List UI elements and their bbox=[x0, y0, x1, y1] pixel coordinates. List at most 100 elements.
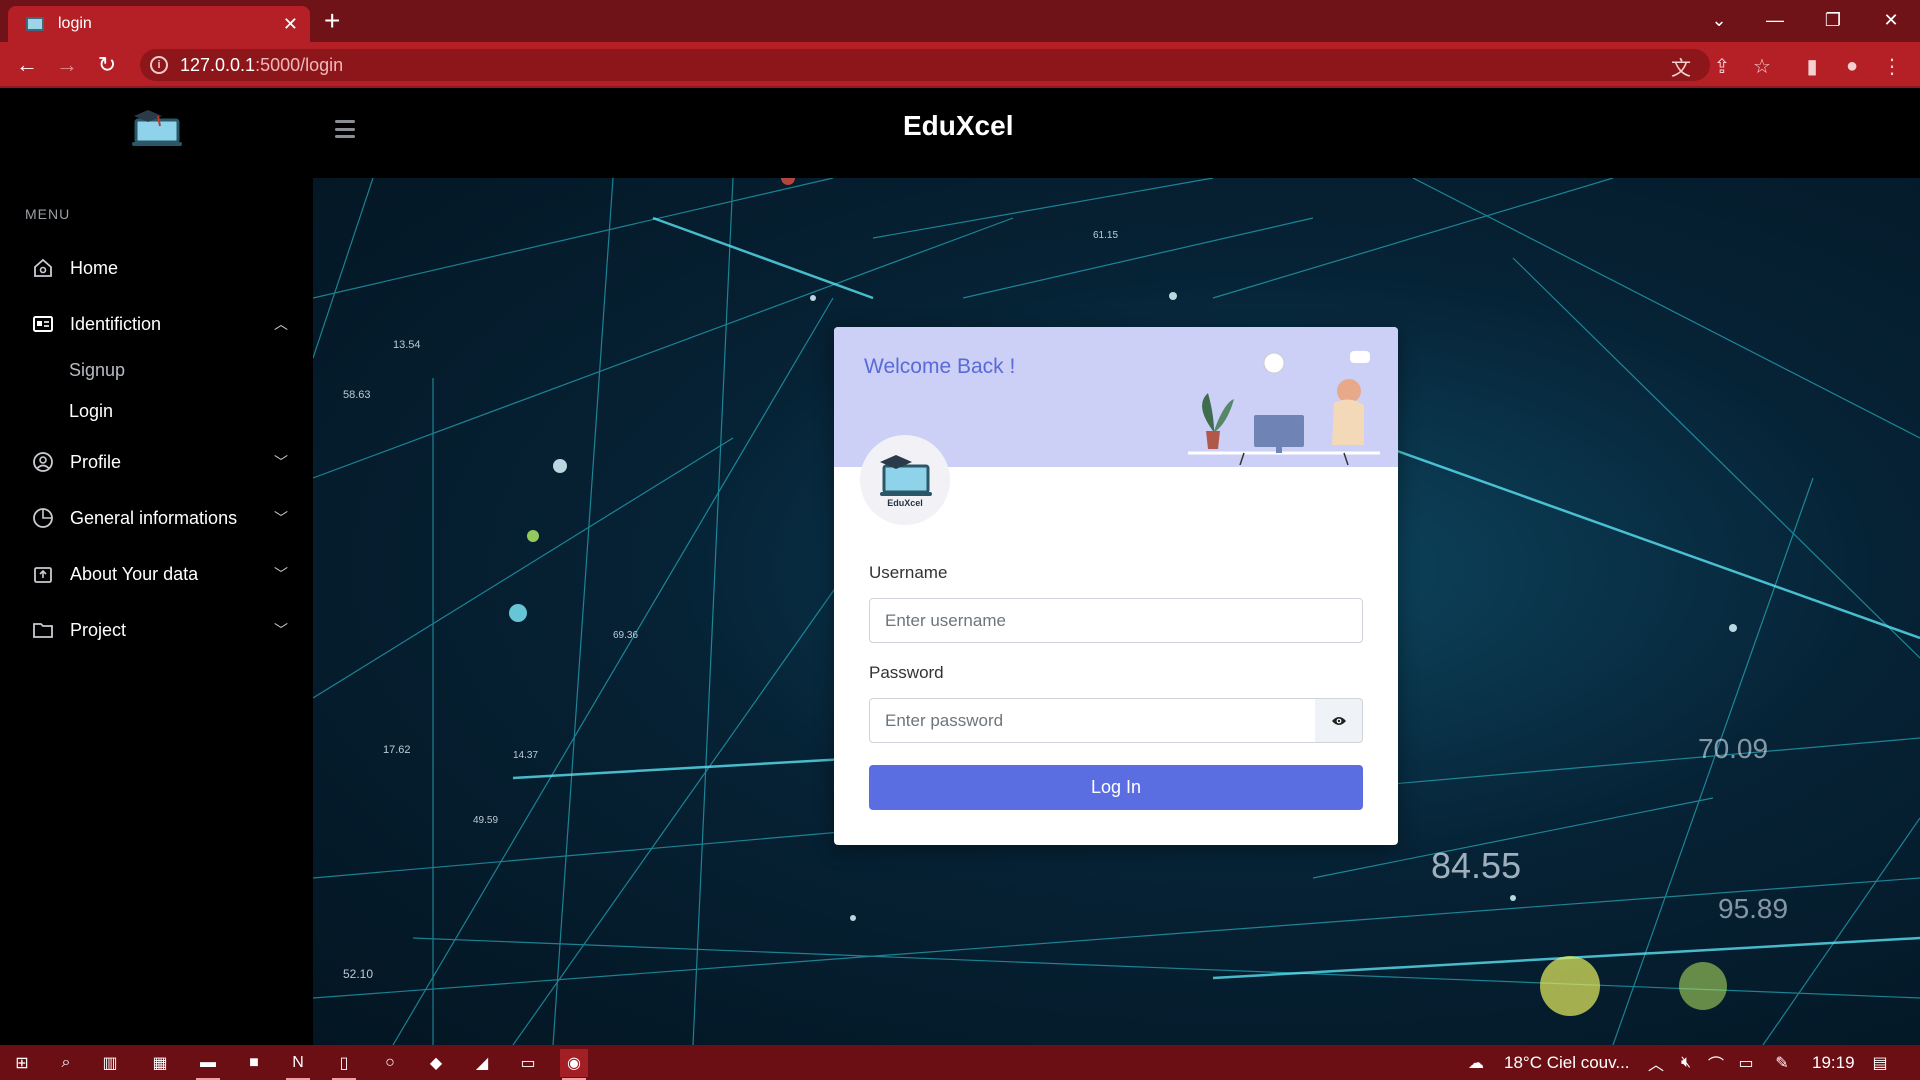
editor-icon[interactable]: ◢ bbox=[468, 1049, 496, 1077]
volume-mute-icon[interactable]: 🔇︎ bbox=[1672, 1049, 1700, 1077]
store-icon[interactable]: ▦ bbox=[146, 1049, 174, 1077]
pen-icon[interactable]: ✎ bbox=[1768, 1049, 1796, 1077]
git-icon[interactable]: ◆ bbox=[422, 1049, 450, 1077]
sidebar: MENU Home Identifiction ︿ Signup Login P… bbox=[0, 90, 313, 1045]
workspace-illustration bbox=[1188, 351, 1380, 465]
browser-toolbar: ← → ↻ i 127.0.0.1:5000/login bbox=[0, 42, 1920, 88]
sidebar-item-label: Project bbox=[70, 619, 127, 640]
chevron-down-icon: ﹀ bbox=[274, 622, 288, 638]
app-brand-title: EduXcel bbox=[903, 110, 1014, 141]
browser-tab[interactable]: login ✕ bbox=[8, 6, 310, 42]
svg-text:69.36: 69.36 bbox=[613, 630, 638, 641]
chevron-down-icon: ﹀ bbox=[274, 454, 288, 470]
battery-icon[interactable]: ▭ bbox=[1732, 1049, 1760, 1077]
wifi-icon[interactable]: ⌒ bbox=[1702, 1049, 1730, 1077]
user-circle-icon bbox=[30, 449, 56, 475]
pie-chart-icon bbox=[30, 505, 56, 531]
clock-time[interactable]: 19:19 bbox=[1812, 1053, 1855, 1073]
chrome-icon[interactable]: ◉ bbox=[560, 1049, 588, 1080]
chevron-up-icon[interactable]: ︿ bbox=[1642, 1049, 1670, 1077]
sidebar-item-label: About Your data bbox=[70, 563, 199, 584]
svg-text:70.09: 70.09 bbox=[1698, 733, 1768, 764]
password-label: Password bbox=[869, 663, 944, 682]
bookmark-star-icon[interactable]: ☆ bbox=[1748, 52, 1776, 80]
chevron-down-icon: ﹀ bbox=[274, 566, 288, 582]
svg-text:17.62: 17.62 bbox=[383, 744, 411, 756]
sidebar-item-identifiction[interactable]: Identifiction ︿ bbox=[30, 306, 288, 342]
login-card: Welcome Back ! EduXcel Username Enter us… bbox=[834, 327, 1398, 845]
reload-button[interactable]: ↻ bbox=[92, 50, 122, 80]
circle-app-icon[interactable]: ○ bbox=[376, 1049, 404, 1077]
notepad-icon[interactable]: ▯ bbox=[330, 1049, 358, 1080]
id-card-icon bbox=[30, 311, 56, 337]
show-password-button[interactable] bbox=[1315, 698, 1363, 743]
app-header: EduXcel bbox=[313, 90, 1920, 178]
notifications-icon[interactable]: ▤ bbox=[1866, 1049, 1894, 1077]
menu-kebab-icon[interactable]: ⋮ bbox=[1878, 52, 1906, 80]
sidebar-subitem-signup[interactable]: Signup bbox=[69, 360, 125, 381]
file-explorer-icon[interactable]: ▬ bbox=[194, 1049, 222, 1080]
eduxcel-logo[interactable] bbox=[128, 108, 184, 152]
sidebar-item-label: Home bbox=[70, 257, 119, 278]
site-info-icon[interactable]: i bbox=[150, 56, 168, 74]
app-icon[interactable]: ■ bbox=[240, 1049, 268, 1077]
sidebar-item-profile[interactable]: Profile ﹀ bbox=[30, 444, 288, 480]
sidebar-item-project[interactable]: Project ﹀ bbox=[30, 612, 288, 648]
share-icon[interactable]: ⇪ bbox=[1708, 52, 1736, 80]
svg-text:95.89: 95.89 bbox=[1718, 893, 1788, 924]
forward-button[interactable]: → bbox=[52, 50, 82, 80]
avatar-logo-text: EduXcel bbox=[887, 498, 923, 508]
browser-tab-bar: login ✕ + ⌄ — ❐ ✕ bbox=[0, 0, 1920, 42]
menu-heading: MENU bbox=[25, 206, 71, 222]
task-view-icon[interactable]: ▥ bbox=[96, 1049, 124, 1077]
folder-icon bbox=[30, 617, 56, 643]
tab-search-icon[interactable]: ⌄ bbox=[1696, 0, 1742, 40]
svg-text:14.37: 14.37 bbox=[513, 750, 538, 761]
sidebar-item-label: Profile bbox=[70, 451, 122, 472]
welcome-heading: Welcome Back ! bbox=[864, 355, 1016, 378]
profile-icon[interactable]: ● bbox=[1838, 52, 1866, 80]
sidebar-item-about-your-data[interactable]: About Your data ﹀ bbox=[30, 556, 288, 592]
favicon-icon bbox=[26, 17, 44, 31]
svg-text:61.15: 61.15 bbox=[1093, 230, 1118, 241]
chevron-up-icon: ︿ bbox=[274, 316, 288, 332]
avatar: EduXcel bbox=[860, 435, 950, 525]
terminal-icon[interactable]: ▭ bbox=[514, 1049, 542, 1077]
netflix-icon[interactable]: N bbox=[284, 1049, 312, 1080]
hamburger-menu-icon[interactable] bbox=[335, 120, 355, 138]
eduxcel-avatar-logo: EduXcel bbox=[880, 455, 932, 508]
minimize-button[interactable]: — bbox=[1752, 0, 1798, 40]
search-icon[interactable]: ⌕ bbox=[52, 1049, 80, 1077]
username-input[interactable]: Enter username bbox=[869, 598, 1363, 643]
weather-text[interactable]: 18°C Ciel couv... bbox=[1504, 1053, 1630, 1073]
password-input[interactable]: Enter password bbox=[869, 698, 1316, 743]
login-button[interactable]: Log In bbox=[869, 765, 1363, 810]
new-tab-button[interactable]: + bbox=[324, 6, 340, 36]
svg-text:52.10: 52.10 bbox=[343, 967, 373, 981]
address-bar[interactable]: i 127.0.0.1:5000/login bbox=[140, 49, 1710, 81]
home-icon bbox=[30, 255, 56, 281]
tab-title: login bbox=[58, 15, 92, 32]
svg-text:58.63: 58.63 bbox=[343, 389, 371, 401]
url-path: :5000/login bbox=[255, 54, 344, 75]
sidebar-item-general-informations[interactable]: General informations ﹀ bbox=[30, 500, 288, 536]
chevron-down-icon: ﹀ bbox=[274, 510, 288, 526]
close-window-button[interactable]: ✕ bbox=[1868, 0, 1914, 40]
windows-start-icon[interactable]: ⊞ bbox=[8, 1049, 36, 1077]
eye-icon bbox=[1331, 716, 1346, 725]
username-label: Username bbox=[869, 563, 948, 582]
side-panel-icon[interactable]: ▮ bbox=[1798, 52, 1826, 80]
weather-cloud-icon: ☁ bbox=[1468, 1055, 1484, 1072]
sidebar-item-home[interactable]: Home bbox=[30, 250, 288, 286]
back-button[interactable]: ← bbox=[12, 50, 42, 80]
sidebar-item-label: General informations bbox=[70, 507, 238, 528]
restore-button[interactable]: ❐ bbox=[1810, 0, 1856, 40]
sidebar-subitem-login[interactable]: Login bbox=[69, 401, 113, 422]
tab-close-icon[interactable]: ✕ bbox=[283, 14, 298, 35]
windows-taskbar: ⊞ ⌕ ▥ ▦ ▬ ■ N ▯ ○ ◆ ◢ ▭ ◉ ☁ 18°C Ciel co… bbox=[0, 1045, 1920, 1080]
svg-text:49.59: 49.59 bbox=[473, 815, 498, 826]
translate-icon[interactable]: 文 bbox=[1667, 52, 1695, 80]
svg-text:84.55: 84.55 bbox=[1431, 845, 1521, 886]
sidebar-item-label: Identifiction bbox=[70, 313, 162, 334]
svg-text:13.54: 13.54 bbox=[393, 339, 421, 351]
